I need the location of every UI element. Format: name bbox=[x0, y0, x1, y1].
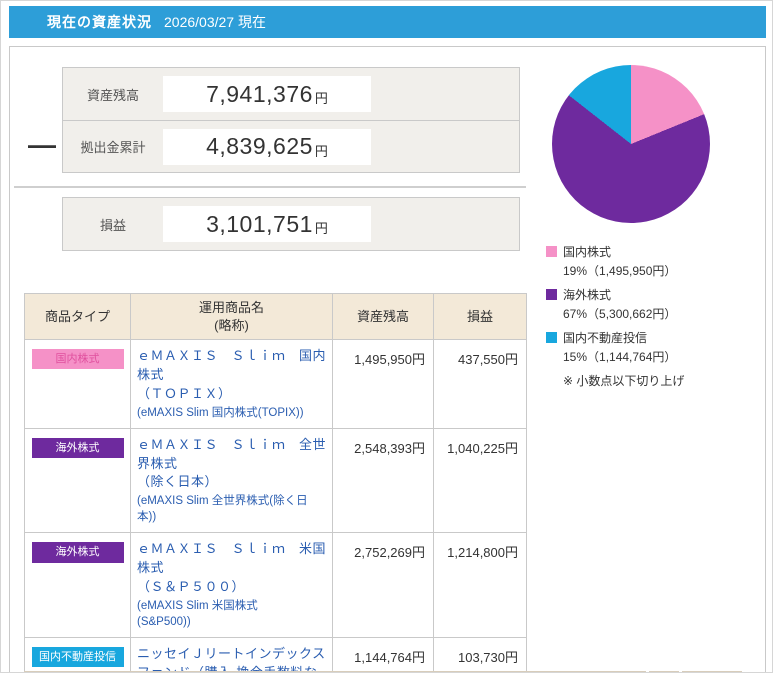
as-of-date: 2026/03/27 現在 bbox=[164, 14, 266, 30]
page-header: 現在の資産状況 2026/03/27 現在 bbox=[9, 6, 766, 38]
equals-divider-line bbox=[14, 186, 526, 188]
col-product-name: 運用商品名 (略称) bbox=[130, 292, 333, 341]
yen-unit: 円 bbox=[314, 91, 328, 106]
contribution-total-value: 4,839,625 円 bbox=[163, 128, 371, 165]
legend-entry-domestic-reit: 国内不動産投信 15%（1,144,764円） bbox=[546, 329, 756, 365]
balance-cell: 2,548,393円 bbox=[332, 427, 434, 534]
product-name-link[interactable]: ｅＭＡＸＩＳ Ｓｌｉｍ 国内株式 （ＴＯＰＩＸ） bbox=[137, 347, 326, 404]
legend-value: 15%（1,144,764円） bbox=[563, 350, 677, 364]
balance-cell: 1,144,764円 bbox=[332, 637, 434, 672]
legend-value: 67%（5,300,662円） bbox=[563, 307, 677, 321]
profit-loss-cell: 1,214,800円 bbox=[433, 532, 527, 639]
table-row: 国内株式 ｅＭＡＸＩＳ Ｓｌｉｍ 国内株式 （ＴＯＰＩＸ） (eMAXIS Sl… bbox=[24, 339, 527, 429]
product-subname[interactable]: (eMAXIS Slim 国内株式(TOPIX)) bbox=[137, 405, 326, 421]
legend-label: 国内株式 bbox=[563, 245, 612, 259]
pink-swatch-icon bbox=[546, 246, 557, 257]
balance-cell: 2,752,269円 bbox=[332, 532, 434, 639]
profit-loss-cell: 103,730円 bbox=[433, 637, 527, 672]
product-name-link[interactable]: ｅＭＡＸＩＳ Ｓｌｉｍ 全世界株式 （除く日本） bbox=[137, 436, 326, 493]
legend-entry-foreign-stock: 海外株式 67%（5,300,662円） bbox=[546, 286, 756, 322]
balance-summary-box: 資産残高 7,941,376 円 拠出金累計 4,839,625 円 bbox=[62, 67, 520, 173]
purple-swatch-icon bbox=[546, 289, 557, 300]
asset-allocation-pie-chart bbox=[552, 65, 710, 223]
page-title: 現在の資産状況 bbox=[47, 14, 152, 30]
asset-balance-value: 7,941,376 円 bbox=[163, 76, 371, 112]
col-product-type: 商品タイプ bbox=[24, 292, 131, 341]
product-type-badge: 国内不動産投信 bbox=[31, 647, 124, 668]
content-panel: 資産残高 7,941,376 円 拠出金累計 4,839,625 円 — 損益 bbox=[9, 46, 766, 672]
rounding-note: ※ 小数点以下切り上げ bbox=[563, 374, 685, 388]
holdings-table: 商品タイプ 運用商品名 (略称) 資産残高 損益 国内株式 ｅＭＡＸＩＳ Ｓｌｉ… bbox=[24, 292, 527, 672]
profit-loss-cell: 1,040,225円 bbox=[433, 427, 527, 534]
asset-balance-row: 資産残高 7,941,376 円 bbox=[63, 68, 519, 120]
profit-loss-label: 損益 bbox=[99, 217, 126, 233]
product-type-badge: 海外株式 bbox=[31, 437, 124, 458]
legend-label: 海外株式 bbox=[563, 288, 612, 302]
asset-status-page: 現在の資産状況 2026/03/27 現在 資産残高 7,941,376 円 拠… bbox=[0, 0, 773, 673]
legend-value: 19%（1,495,950円） bbox=[563, 264, 677, 278]
contribution-total-row: 拠出金累計 4,839,625 円 bbox=[63, 120, 519, 172]
yen-unit: 円 bbox=[314, 221, 328, 236]
table-row: 海外株式 ｅＭＡＸＩＳ Ｓｌｉｍ 米国株式 （Ｓ＆Ｐ５００） (eMAXIS S… bbox=[24, 532, 527, 639]
pie-legend: 国内株式 19%（1,495,950円） 海外株式 67%（5,300,662円… bbox=[546, 243, 756, 389]
profit-loss-value: 3,101,751 円 bbox=[163, 206, 371, 242]
col-balance: 資産残高 bbox=[332, 292, 434, 341]
asset-balance-label: 資産残高 bbox=[86, 87, 139, 103]
product-type-badge: 海外株式 bbox=[31, 542, 124, 563]
profit-loss-cell: 437,550円 bbox=[433, 339, 527, 429]
table-row: 国内不動産投信 ニッセイＪリートインデックスファンド（購入・換金手数料なし） （… bbox=[24, 637, 527, 672]
table-row: 海外株式 ｅＭＡＸＩＳ Ｓｌｉｍ 全世界株式 （除く日本） (eMAXIS Sl… bbox=[24, 427, 527, 534]
legend-label: 国内不動産投信 bbox=[563, 331, 648, 345]
profit-loss-row: 損益 3,101,751 円 bbox=[63, 198, 519, 250]
col-profit-loss: 損益 bbox=[433, 292, 527, 341]
product-name-link[interactable]: ｅＭＡＸＩＳ Ｓｌｉｍ 米国株式 （Ｓ＆Ｐ５００） bbox=[137, 540, 326, 597]
balance-cell: 1,495,950円 bbox=[332, 339, 434, 429]
contribution-total-label: 拠出金累計 bbox=[80, 140, 146, 155]
table-header-row: 商品タイプ 運用商品名 (略称) 資産残高 損益 bbox=[24, 292, 527, 341]
yen-unit: 円 bbox=[314, 143, 328, 159]
product-subname[interactable]: (eMAXIS Slim 全世界株式(除く日 本)) bbox=[137, 493, 326, 525]
blue-swatch-icon bbox=[546, 332, 557, 343]
product-name-link[interactable]: ニッセイＪリートインデックスファンド（購入・換金手数料なし） bbox=[137, 645, 326, 672]
legend-entry-domestic-stock: 国内株式 19%（1,495,950円） bbox=[546, 243, 756, 279]
profit-loss-box: 損益 3,101,751 円 bbox=[62, 197, 520, 251]
minus-operator: — bbox=[28, 129, 56, 160]
product-subname[interactable]: (eMAXIS Slim 米国株式 (S&P500)) bbox=[137, 598, 326, 630]
product-type-badge: 国内株式 bbox=[31, 349, 124, 370]
